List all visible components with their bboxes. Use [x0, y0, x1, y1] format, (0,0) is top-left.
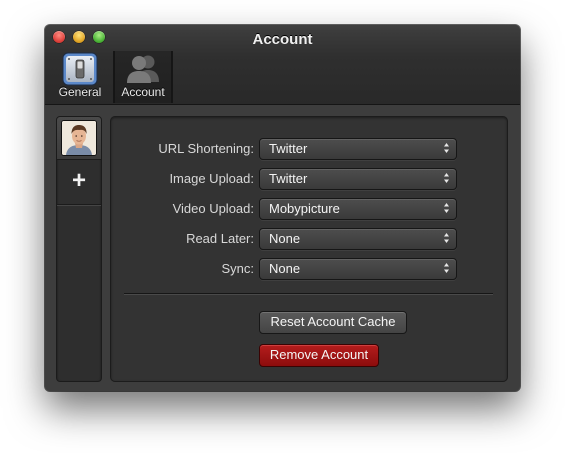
up-down-arrows-icon — [444, 233, 449, 243]
setting-row-video-upload: Video Upload: Mobypicture — [111, 198, 507, 220]
sync-value: None — [269, 261, 301, 276]
up-down-arrows-icon — [444, 203, 449, 213]
add-account-button[interactable]: + — [57, 160, 101, 205]
toolbar-label-general: General — [58, 85, 102, 99]
content-area: + URL Shortening: Twitter Image Upload: … — [45, 105, 520, 391]
sync-select[interactable]: None — [259, 258, 457, 280]
reset-account-cache-button[interactable]: Reset Account Cache — [259, 311, 407, 334]
image-upload-select[interactable]: Twitter — [259, 168, 457, 190]
video-upload-label: Video Upload: — [172, 201, 254, 216]
section-divider — [124, 293, 493, 294]
setting-row-image-upload: Image Upload: Twitter — [111, 168, 507, 190]
toolbar-label-account: Account — [121, 85, 165, 99]
image-upload-label: Image Upload: — [169, 171, 254, 186]
remove-account-button[interactable]: Remove Account — [259, 344, 379, 367]
plus-icon: + — [71, 167, 86, 194]
toolbar-item-account[interactable]: Account — [114, 51, 172, 103]
up-down-arrows-icon — [444, 143, 449, 153]
url-shortening-value: Twitter — [269, 141, 308, 156]
preferences-window: Account General Account + URL Shortening… — [45, 25, 520, 391]
read-later-value: None — [269, 231, 301, 246]
setting-row-url-shortening: URL Shortening: Twitter — [111, 138, 507, 160]
account-list: + — [56, 116, 102, 382]
toggle-switch-icon — [62, 52, 98, 86]
people-icon — [127, 55, 159, 83]
up-down-arrows-icon — [444, 263, 449, 273]
url-shortening-label: URL Shortening: — [158, 141, 254, 156]
setting-row-read-later: Read Later: None — [111, 228, 507, 250]
image-upload-value: Twitter — [269, 171, 308, 186]
account-settings-panel: URL Shortening: Twitter Image Upload: Tw… — [110, 116, 508, 382]
account-list-item[interactable] — [57, 117, 101, 160]
toolbar-item-general[interactable]: General — [47, 51, 113, 103]
video-upload-value: Mobypicture — [269, 201, 340, 216]
read-later-select[interactable]: None — [259, 228, 457, 250]
read-later-label: Read Later: — [186, 231, 254, 246]
video-upload-select[interactable]: Mobypicture — [259, 198, 457, 220]
sync-label: Sync: — [221, 261, 254, 276]
setting-row-sync: Sync: None — [111, 258, 507, 280]
toolbar-separator — [172, 51, 173, 103]
title-bar: Account General Account — [45, 25, 520, 105]
avatar — [62, 121, 96, 155]
window-title: Account — [252, 31, 313, 48]
url-shortening-select[interactable]: Twitter — [259, 138, 457, 160]
up-down-arrows-icon — [444, 173, 449, 183]
